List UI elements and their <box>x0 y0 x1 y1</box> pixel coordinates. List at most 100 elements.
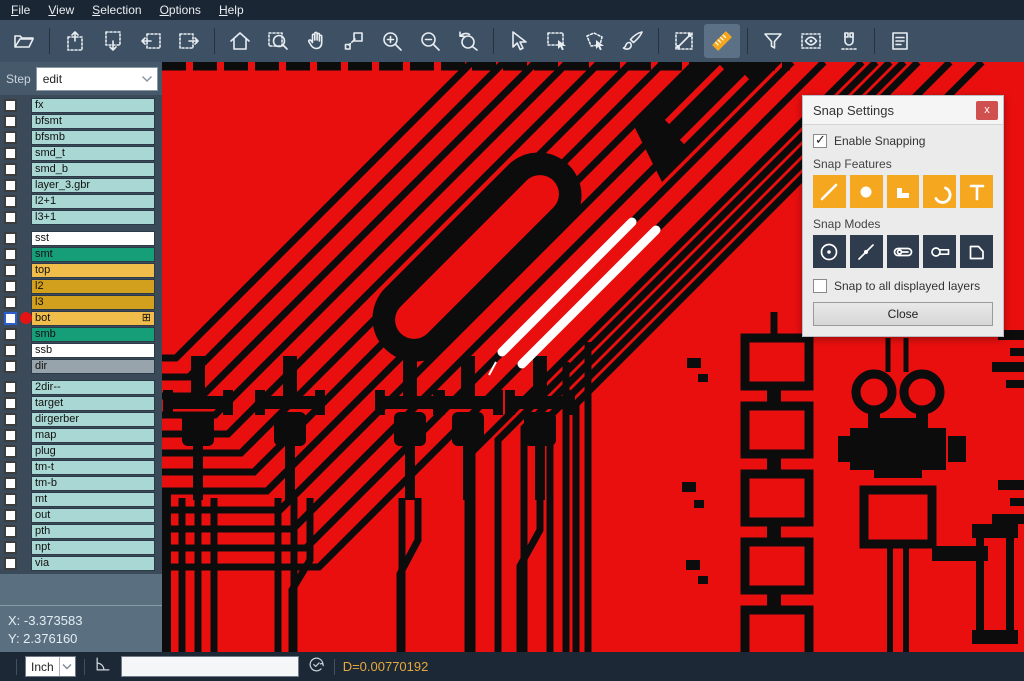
layer-visibility-checkbox[interactable] <box>4 328 17 341</box>
layer-color-bar[interactable]: l3 <box>31 295 155 310</box>
layer-visibility-checkbox[interactable] <box>4 312 17 325</box>
enable-snapping-checkbox[interactable] <box>813 134 827 148</box>
layer-visibility-checkbox[interactable] <box>4 509 17 522</box>
zoom-home-icon[interactable] <box>222 24 258 58</box>
layer-color-bar[interactable]: tm-b <box>31 476 155 491</box>
filter-icon[interactable] <box>755 24 791 58</box>
command-input[interactable] <box>121 656 299 677</box>
snap-line-button[interactable] <box>813 175 846 208</box>
layer-color-bar[interactable]: top <box>31 263 155 278</box>
layer-visibility-checkbox[interactable] <box>4 477 17 490</box>
layer-color-bar[interactable]: smt <box>31 247 155 262</box>
layer-visibility-checkbox[interactable] <box>4 296 17 309</box>
layer-visibility-checkbox[interactable] <box>4 360 17 373</box>
layer-color-bar[interactable]: sst <box>31 231 155 246</box>
layer-visibility-checkbox[interactable] <box>4 413 17 426</box>
layer-color-bar[interactable]: smd_b <box>31 162 155 177</box>
menu-help[interactable]: Help <box>210 1 253 19</box>
layer-visibility-checkbox[interactable] <box>4 397 17 410</box>
layer-color-bar[interactable]: bfsmt <box>31 114 155 129</box>
layer-color-bar[interactable]: bot⊞ <box>31 311 155 326</box>
layer-color-bar[interactable]: bfsmb <box>31 130 155 145</box>
layer-visibility-checkbox[interactable] <box>4 264 17 277</box>
layer-visibility-checkbox[interactable] <box>4 115 17 128</box>
layer-color-bar[interactable]: map <box>31 428 155 443</box>
zoom-in-icon[interactable] <box>374 24 410 58</box>
zoom-out-icon[interactable] <box>412 24 448 58</box>
layer-color-bar[interactable]: pth <box>31 524 155 539</box>
layer-color-bar[interactable]: tm-t <box>31 460 155 475</box>
zoom-previous-icon[interactable] <box>450 24 486 58</box>
layer-color-bar[interactable]: l2+1 <box>31 194 155 209</box>
pan-down-icon[interactable] <box>95 24 131 58</box>
grid-icon[interactable]: ⊞ <box>142 313 151 324</box>
measure-line-icon[interactable] <box>666 24 702 58</box>
layer-visibility-checkbox[interactable] <box>4 493 17 506</box>
select-rectangle-icon[interactable] <box>539 24 575 58</box>
layer-visibility-checkbox[interactable] <box>4 557 17 570</box>
layer-visibility-checkbox[interactable] <box>4 179 17 192</box>
select-brush-icon[interactable] <box>615 24 651 58</box>
drag-view-icon[interactable] <box>336 24 372 58</box>
layer-visibility-checkbox[interactable] <box>4 525 17 538</box>
report-icon[interactable] <box>882 24 918 58</box>
layer-color-bar[interactable]: dirgerber <box>31 412 155 427</box>
step-select[interactable]: edit <box>36 67 158 91</box>
zoom-window-icon[interactable] <box>260 24 296 58</box>
layer-color-bar[interactable]: mt <box>31 492 155 507</box>
layer-color-bar[interactable]: dir <box>31 359 155 374</box>
angle-measure-icon[interactable] <box>93 654 113 679</box>
layer-visibility-checkbox[interactable] <box>4 147 17 160</box>
layer-visibility-checkbox[interactable] <box>4 445 17 458</box>
layer-visibility-checkbox[interactable] <box>4 99 17 112</box>
layer-color-bar[interactable]: target <box>31 396 155 411</box>
snap-surface-button[interactable] <box>887 175 920 208</box>
menu-view[interactable]: View <box>39 1 83 19</box>
layer-visibility-checkbox[interactable] <box>4 461 17 474</box>
layer-color-bar[interactable]: smb <box>31 327 155 342</box>
snap-slot-end-button[interactable] <box>923 235 956 268</box>
layer-visibility-checkbox[interactable] <box>4 195 17 208</box>
measure-ruler-icon[interactable] <box>704 24 740 58</box>
dialog-close-button[interactable]: x <box>976 101 998 120</box>
pan-left-icon[interactable] <box>133 24 169 58</box>
layer-color-bar[interactable]: l2 <box>31 279 155 294</box>
menu-options[interactable]: Options <box>151 1 210 19</box>
layer-visibility-checkbox[interactable] <box>4 131 17 144</box>
snap-point-on-line-button[interactable] <box>850 235 883 268</box>
layer-color-bar[interactable]: layer_3.gbr <box>31 178 155 193</box>
snap-center-button[interactable] <box>813 235 846 268</box>
layer-visibility-checkbox[interactable] <box>4 280 17 293</box>
layer-color-bar[interactable]: plug <box>31 444 155 459</box>
open-folder-icon[interactable] <box>6 24 42 58</box>
layer-color-bar[interactable]: ssb <box>31 343 155 358</box>
menu-file[interactable]: File <box>2 1 39 19</box>
layer-visibility-checkbox[interactable] <box>4 429 17 442</box>
snap-arc-button[interactable] <box>923 175 956 208</box>
close-button[interactable]: Close <box>813 302 993 326</box>
unit-select[interactable]: Inch <box>25 656 76 677</box>
select-arrow-icon[interactable] <box>501 24 537 58</box>
layer-color-bar[interactable]: 2dir-- <box>31 380 155 395</box>
layer-color-bar[interactable]: smd_t <box>31 146 155 161</box>
view-options-icon[interactable] <box>793 24 829 58</box>
layer-visibility-checkbox[interactable] <box>4 344 17 357</box>
snap-magnet-icon[interactable] <box>831 24 867 58</box>
snap-pad-button[interactable] <box>850 175 883 208</box>
layer-color-bar[interactable]: via <box>31 556 155 571</box>
layer-visibility-checkbox[interactable] <box>4 541 17 554</box>
pan-hand-icon[interactable] <box>298 24 334 58</box>
pan-up-icon[interactable] <box>57 24 93 58</box>
layer-color-bar[interactable]: out <box>31 508 155 523</box>
layer-visibility-checkbox[interactable] <box>4 163 17 176</box>
snap-profile-button[interactable] <box>960 235 993 268</box>
select-polygon-icon[interactable] <box>577 24 613 58</box>
menu-selection[interactable]: Selection <box>83 1 150 19</box>
layer-color-bar[interactable]: l3+1 <box>31 210 155 225</box>
layer-visibility-checkbox[interactable] <box>4 381 17 394</box>
snap-all-layers-checkbox[interactable] <box>813 279 827 293</box>
layer-color-bar[interactable]: fx <box>31 98 155 113</box>
pan-right-icon[interactable] <box>171 24 207 58</box>
snap-slot-center-button[interactable] <box>887 235 920 268</box>
refresh-check-icon[interactable] <box>307 655 326 679</box>
